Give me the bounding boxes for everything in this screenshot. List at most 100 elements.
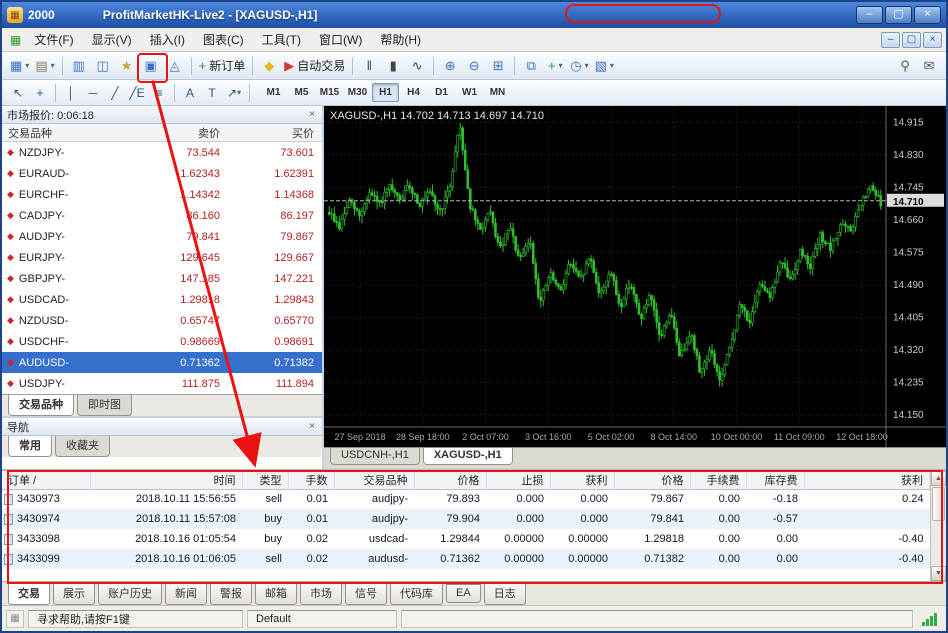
orders-column-header[interactable]: 止损 [486,471,551,490]
chart-close-button[interactable]: × [923,31,942,48]
market-watch-row[interactable]: ◆ USDCAD- 1.29818 1.29843 [2,289,322,310]
terminal-button[interactable]: ▣ [139,55,163,77]
profiles-button[interactable]: ▤ ▾ [32,55,57,77]
terminal-tab-展示[interactable]: 展示 [53,582,95,605]
terminal-tab-日志[interactable]: 日志 [483,582,526,605]
close-icon[interactable]: × [307,109,317,120]
chart-canvas[interactable]: 14.915 14.830 14.745 14.660 14.575 14.490 14.4… [324,106,946,447]
indicators-button[interactable]: + ▾ [543,55,567,77]
timeframe-M5[interactable]: M5 [288,83,315,102]
close-button[interactable]: × [914,6,941,24]
crosshair-button[interactable]: + [29,83,51,103]
terminal-scrollbar[interactable]: ▲ ▼ [930,471,946,581]
autotrading-button[interactable]: ▶ 自动交易 [281,55,348,77]
order-row[interactable]: 3433098 2018.10.16 01:05:54 buy 0.02 usdcad-… [2,529,930,549]
timeframe-D1[interactable]: D1 [428,83,455,102]
market-watch-row[interactable]: ◆ USDCHF- 0.98669 0.98691 [2,331,322,352]
tab-即时图[interactable]: 即时图 [77,395,132,416]
tab-收藏夹[interactable]: 收藏夹 [55,436,110,457]
orders-column-header[interactable]: 时间 [90,471,243,490]
terminal-tab-邮箱[interactable]: 邮箱6 [255,582,308,605]
orders-column-header[interactable]: 订单 / [2,471,91,490]
orders-column-header[interactable]: 交易品种 [334,471,415,490]
terminal-tab-信号[interactable]: 信号 [345,582,387,605]
horizontal-line-button[interactable]: ─ [82,83,104,103]
timeframe-M15[interactable]: M15 [316,83,343,102]
new-chart-button[interactable]: ▦ ▾ [7,55,32,77]
terminal-tab-交易[interactable]: 交易 [8,582,50,605]
orders-column-header[interactable]: 获利 [804,471,930,490]
data-window-button[interactable]: ◫ [91,55,115,77]
new-order-button[interactable]: + 新订单 [196,55,249,77]
market-watch-row[interactable]: ◆ NZDUSD- 0.65747 0.65770 [2,310,322,331]
orders-column-header[interactable]: 价格 [614,471,691,490]
zoom-in-button[interactable]: ⊕ [438,55,462,77]
market-watch-button[interactable]: ▥ [67,55,91,77]
terminal-tab-新闻[interactable]: 新闻 [165,582,207,605]
menu-item[interactable]: 图表(C) [194,28,253,51]
timeframe-M1[interactable]: M1 [260,83,287,102]
orders-column-header[interactable]: 库存费 [746,471,805,490]
cursor-button[interactable]: ↖ [7,83,29,103]
profile-selector[interactable]: Default [247,609,397,628]
search-button[interactable]: ⚲ [893,55,917,77]
arrow-objects-button[interactable]: ↗ ▾ [223,83,245,103]
text-label-button[interactable]: T [201,83,223,103]
trendline-button[interactable]: ╱ [104,83,126,103]
metaeditor-button[interactable]: ◆ [257,55,281,77]
timeframe-H4[interactable]: H4 [400,83,427,102]
orders-column-header[interactable]: 类型 [242,471,289,490]
fibonacci-button[interactable]: ≡ [148,83,170,103]
bar-chart-button[interactable]: ‖ [357,55,381,77]
market-watch-row[interactable]: ◆ EURCHF- 1.14342 1.14368 [2,184,322,205]
zoom-out-button[interactable]: ⊖ [462,55,486,77]
order-row[interactable]: 3430974 2018.10.11 15:57:08 buy 0.01 audjpy-… [2,509,930,529]
timeframe-H1[interactable]: H1 [372,83,399,102]
timeframe-MN[interactable]: MN [484,83,511,102]
orders-column-header[interactable]: 手续费 [690,471,747,490]
market-watch-row[interactable]: ◆ EURJPY- 129.645 129.667 [2,247,322,268]
periods-button[interactable]: ◷ ▾ [567,55,591,77]
close-icon[interactable]: × [307,421,317,432]
market-watch-row[interactable]: ◆ CADJPY- 86.160 86.197 [2,205,322,226]
minimize-button[interactable]: – [856,6,883,24]
scroll-up-icon[interactable]: ▲ [931,471,946,486]
templates-button[interactable]: ▧ ▾ [592,55,617,77]
menu-item[interactable]: 插入(I) [141,28,194,51]
menu-item[interactable]: 帮助(H) [371,28,430,51]
community-chat-button[interactable]: ✉ [917,55,941,77]
terminal-tab-代码库[interactable]: 代码库 [390,582,443,605]
cascade-windows-button[interactable]: ⧉ [519,55,543,77]
terminal-tab-警报[interactable]: 警报 [210,582,252,605]
terminal-tab-账户历史[interactable]: 账户历史 [98,582,162,605]
tile-windows-button[interactable]: ⊞ [486,55,510,77]
chart-tab-USDCNH-,H1[interactable]: USDCNH-,H1 [330,448,420,465]
order-row[interactable]: 3433099 2018.10.16 01:06:05 sell 0.02 audusd… [2,549,930,569]
tab-常用[interactable]: 常用 [8,436,52,457]
strategy-tester-button[interactable]: ◬ [163,55,187,77]
terminal-tab-EA[interactable]: EA [446,584,481,603]
orders-column-header[interactable]: 手数 [288,471,335,490]
price-chart[interactable]: 14.915 14.830 14.745 14.660 14.575 14.490 14.4… [324,106,946,447]
market-watch-row[interactable]: ◆ AUDJPY- 79.841 79.867 [2,226,322,247]
market-watch-row[interactable]: ◆ NZDJPY- 73.544 73.601 [2,142,322,163]
menu-item[interactable]: 显示(V) [83,28,141,51]
chart-tab-XAGUSD-,H1[interactable]: XAGUSD-,H1 [422,448,513,465]
orders-column-header[interactable]: 获利 [550,471,615,490]
market-watch-row[interactable]: ◆ AUDUSD- 0.71362 0.71382 [2,352,322,373]
menu-item[interactable]: 窗口(W) [310,28,371,51]
vertical-line-button[interactable]: │ [60,83,82,103]
chart-minimize-button[interactable]: – [881,31,900,48]
candlestick-button[interactable]: ▮ [381,55,405,77]
orders-column-header[interactable]: 价格 [414,471,487,490]
navigator-button[interactable]: ★ [115,55,139,77]
scroll-down-icon[interactable]: ▼ [931,566,946,581]
text-button[interactable]: A [179,83,201,103]
menu-item[interactable]: 文件(F) [25,28,82,51]
tab-交易品种[interactable]: 交易品种 [8,395,74,416]
market-watch-row[interactable]: ◆ EURAUD- 1.62343 1.62391 [2,163,322,184]
menu-item[interactable]: 工具(T) [253,28,310,51]
timeframe-M30[interactable]: M30 [344,83,371,102]
order-row[interactable]: 3430973 2018.10.11 15:56:55 sell 0.01 audjpy… [2,489,930,509]
channel-button[interactable]: ╱E [126,83,148,103]
